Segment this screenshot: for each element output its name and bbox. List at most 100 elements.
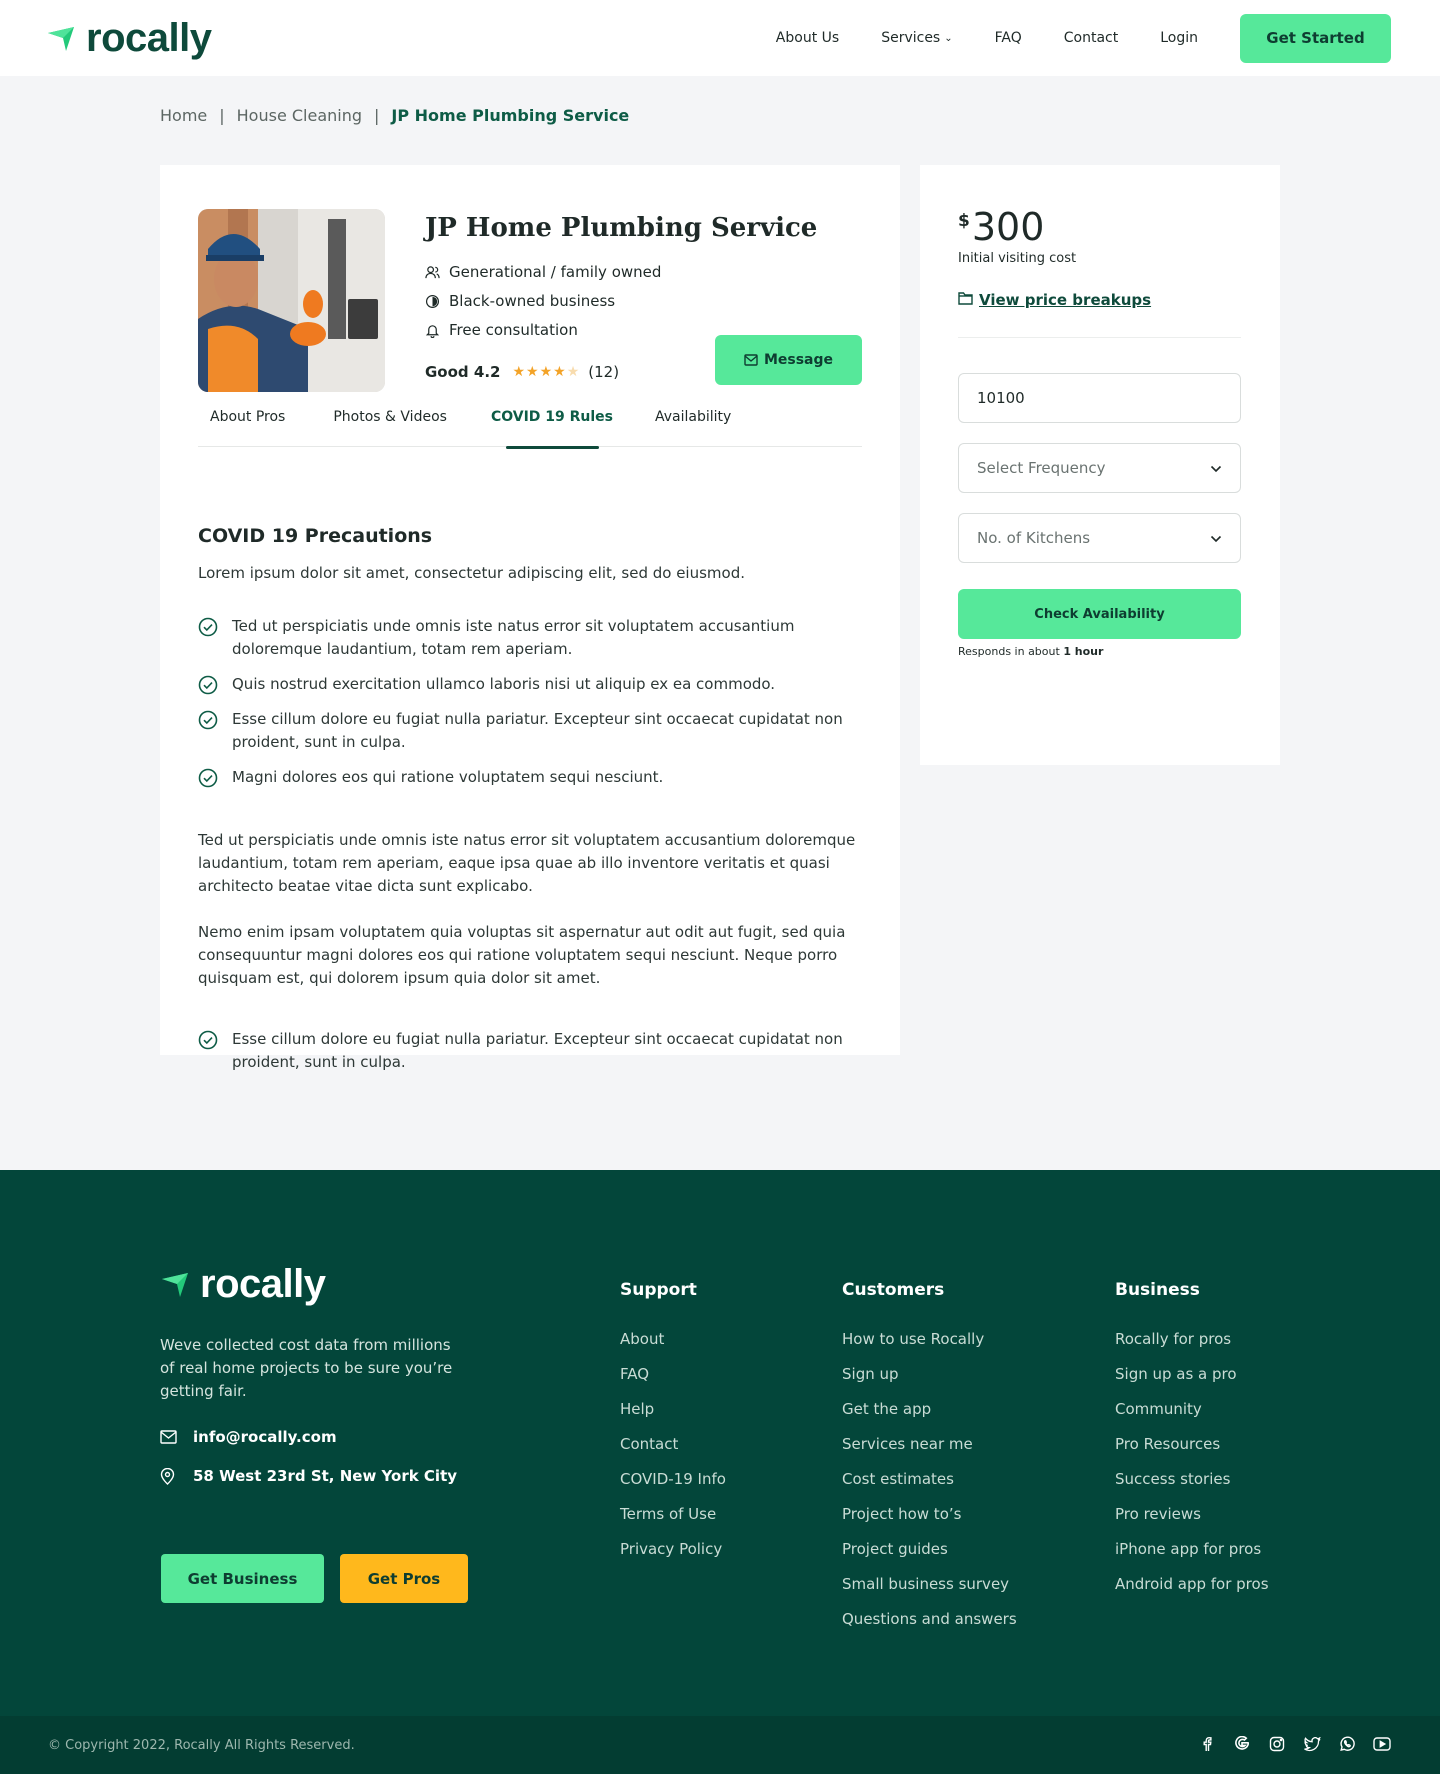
twitter-icon[interactable]: [1302, 1734, 1322, 1754]
footer-link[interactable]: Sign up: [842, 1365, 1017, 1400]
footer-link[interactable]: About: [620, 1330, 726, 1365]
footer-link[interactable]: Cost estimates: [842, 1470, 1017, 1505]
check-circle-icon: [198, 708, 232, 754]
frequency-select[interactable]: Select Frequency: [958, 443, 1241, 493]
covid-title: COVID 19 Precautions: [198, 525, 433, 547]
footer-link[interactable]: FAQ: [620, 1365, 726, 1400]
get-started-button[interactable]: Get Started: [1240, 13, 1391, 63]
pro-details-card: JP Home Plumbing Service Generational / …: [160, 165, 900, 1071]
price-note: Initial visiting cost: [958, 251, 1077, 266]
footer-link[interactable]: Community: [1115, 1400, 1269, 1435]
footer-logo[interactable]: rocally: [160, 1260, 326, 1308]
youtube-icon[interactable]: [1372, 1734, 1392, 1754]
footer-link[interactable]: iPhone app for pros: [1115, 1540, 1269, 1575]
check-availability-button[interactable]: Check Availability: [958, 589, 1241, 639]
tab-about-pros[interactable]: About Pros: [198, 409, 297, 447]
logo[interactable]: rocally: [46, 14, 212, 62]
check-circle-icon: [198, 766, 232, 795]
star-icon: ★: [539, 364, 554, 380]
zip-code-input[interactable]: 10100: [958, 373, 1241, 423]
covid-intro: Lorem ipsum dolor sit amet, consectetur …: [198, 564, 745, 582]
footer-col-title: Customers: [842, 1280, 945, 1300]
footer-link[interactable]: Get the app: [842, 1400, 1017, 1435]
site-footer: rocally Weve collected cost data from mi…: [0, 1170, 1440, 1716]
footer-link[interactable]: Privacy Policy: [620, 1540, 726, 1575]
breadcrumb-separator: |: [219, 106, 225, 125]
checklist-item: Ted ut perspiciatis unde omnis iste natu…: [198, 615, 868, 661]
breadcrumb-house-cleaning[interactable]: House Cleaning: [237, 106, 362, 125]
bell-icon: [425, 323, 445, 338]
footer-email[interactable]: info@rocally.com: [160, 1428, 337, 1446]
nav-about-us[interactable]: About Us: [776, 30, 839, 46]
nav-login[interactable]: Login: [1160, 30, 1198, 46]
checklist-text: Ted ut perspiciatis unde omnis iste natu…: [232, 617, 795, 658]
footer-link[interactable]: Project how to’s: [842, 1505, 1017, 1540]
star-icon: ★: [512, 364, 527, 380]
check-circle-icon: [198, 1028, 232, 1074]
checklist-text: Magni dolores eos qui ratione voluptatem…: [232, 768, 664, 786]
footer-link[interactable]: Rocally for pros: [1115, 1330, 1269, 1365]
footer-link[interactable]: Project guides: [842, 1540, 1017, 1575]
divider: [958, 337, 1241, 338]
mail-icon: [744, 354, 758, 366]
footer-link[interactable]: Contact: [620, 1435, 726, 1470]
nav-faq[interactable]: FAQ: [995, 30, 1022, 46]
checklist-text: Esse cillum dolore eu fugiat nulla paria…: [232, 710, 843, 751]
copyright: © Copyright 2022, Rocally All Rights Res…: [48, 1738, 355, 1753]
footer-link[interactable]: Small business survey: [842, 1575, 1017, 1610]
star-empty-icon: ★: [566, 364, 581, 380]
responds-prefix: Responds in about: [958, 645, 1060, 658]
address-text: 58 West 23rd St, New York City: [193, 1467, 458, 1485]
feature-label: Black-owned business: [449, 292, 616, 310]
chevron-down-icon: ⌄: [944, 32, 953, 44]
footer-link[interactable]: Help: [620, 1400, 726, 1435]
rating-label: Good 4.2: [425, 363, 501, 381]
main-nav: About Us Services ⌄ FAQ Contact Login Get…: [776, 0, 1440, 76]
frequency-placeholder: Select Frequency: [977, 459, 1106, 477]
nav-contact[interactable]: Contact: [1064, 30, 1118, 46]
whatsapp-icon[interactable]: [1337, 1734, 1357, 1754]
kitchens-select[interactable]: No. of Kitchens: [958, 513, 1241, 563]
tab-availability[interactable]: Availability: [643, 409, 743, 447]
logo-arrow-icon: [162, 1273, 188, 1297]
message-label: Message: [763, 352, 834, 368]
footer-col-title: Support: [620, 1280, 697, 1300]
review-count[interactable]: (12): [588, 363, 619, 381]
footer-link[interactable]: Success stories: [1115, 1470, 1269, 1505]
checklist-text: Esse cillum dolore eu fugiat nulla paria…: [232, 1030, 843, 1071]
footer-link[interactable]: COVID-19 Info: [620, 1470, 726, 1505]
pro-tabs: About Pros Photos & Videos COVID 19 Rule…: [198, 409, 862, 449]
message-button[interactable]: Message: [715, 335, 862, 385]
feature-label: Free consultation: [449, 321, 578, 339]
google-icon[interactable]: [1232, 1734, 1252, 1754]
footer-link[interactable]: Pro reviews: [1115, 1505, 1269, 1540]
contrast-icon: [425, 294, 445, 309]
location-pin-icon: [160, 1467, 193, 1485]
footer-link[interactable]: Services near me: [842, 1435, 1017, 1470]
view-price-breakups-link[interactable]: View price breakups: [958, 291, 1151, 309]
chevron-down-icon: [1210, 529, 1222, 547]
instagram-icon[interactable]: [1267, 1734, 1287, 1754]
breadcrumb-separator: |: [374, 106, 380, 125]
footer-link[interactable]: Terms of Use: [620, 1505, 726, 1540]
zip-code-value: 10100: [977, 389, 1025, 407]
facebook-icon[interactable]: [1197, 1734, 1217, 1754]
tab-photos-videos[interactable]: Photos & Videos: [321, 409, 459, 447]
footer-link[interactable]: Pro Resources: [1115, 1435, 1269, 1470]
star-icon: ★: [526, 364, 540, 380]
footer-address: 58 West 23rd St, New York City: [160, 1467, 457, 1485]
footer-description: Weve collected cost data from millions o…: [160, 1336, 453, 1400]
footer-link[interactable]: Android app for pros: [1115, 1575, 1269, 1610]
footer-link[interactable]: How to use Rocally: [842, 1330, 1017, 1365]
get-pros-button[interactable]: Get Pros: [340, 1554, 468, 1603]
email-text: info@rocally.com: [193, 1428, 337, 1446]
tab-covid-rules[interactable]: COVID 19 Rules: [479, 409, 625, 449]
feature-family-owned: Generational / family owned: [425, 263, 661, 281]
nav-services[interactable]: Services ⌄: [881, 30, 952, 46]
get-business-button[interactable]: Get Business: [161, 1554, 324, 1603]
footer-link[interactable]: Sign up as a pro: [1115, 1365, 1269, 1400]
users-icon: [425, 265, 445, 280]
footer-link[interactable]: Questions and answers: [842, 1610, 1017, 1645]
breadcrumb-home[interactable]: Home: [160, 106, 207, 125]
price-currency: $: [958, 211, 970, 231]
